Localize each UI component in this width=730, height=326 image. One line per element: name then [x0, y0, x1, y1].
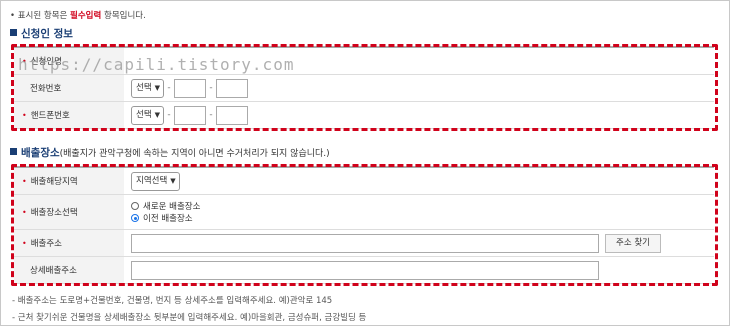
section-square-icon [10, 29, 17, 36]
discharge-section-title: 배출장소(배출지가 관악구청에 속하는 지역이 아니면 수거처리가 되지 않습니… [10, 145, 330, 160]
required-notice: • 표시된 항목은 필수입력 항목입니다. [10, 11, 146, 21]
section-square-icon [10, 148, 17, 155]
highlight-box-discharge [11, 164, 718, 286]
applicant-section-title: 신청인 정보 [10, 26, 73, 41]
highlight-box-applicant [11, 44, 718, 131]
note-address-format: - 배출주소는 도로명+건물번호, 건물명, 번지 등 상세주소를 입력해주세요… [12, 296, 333, 306]
note-landmark: - 근처 찾기쉬운 건물명을 상세배출장소 뒷부분에 입력해주세요. 예)마을회… [12, 313, 367, 323]
